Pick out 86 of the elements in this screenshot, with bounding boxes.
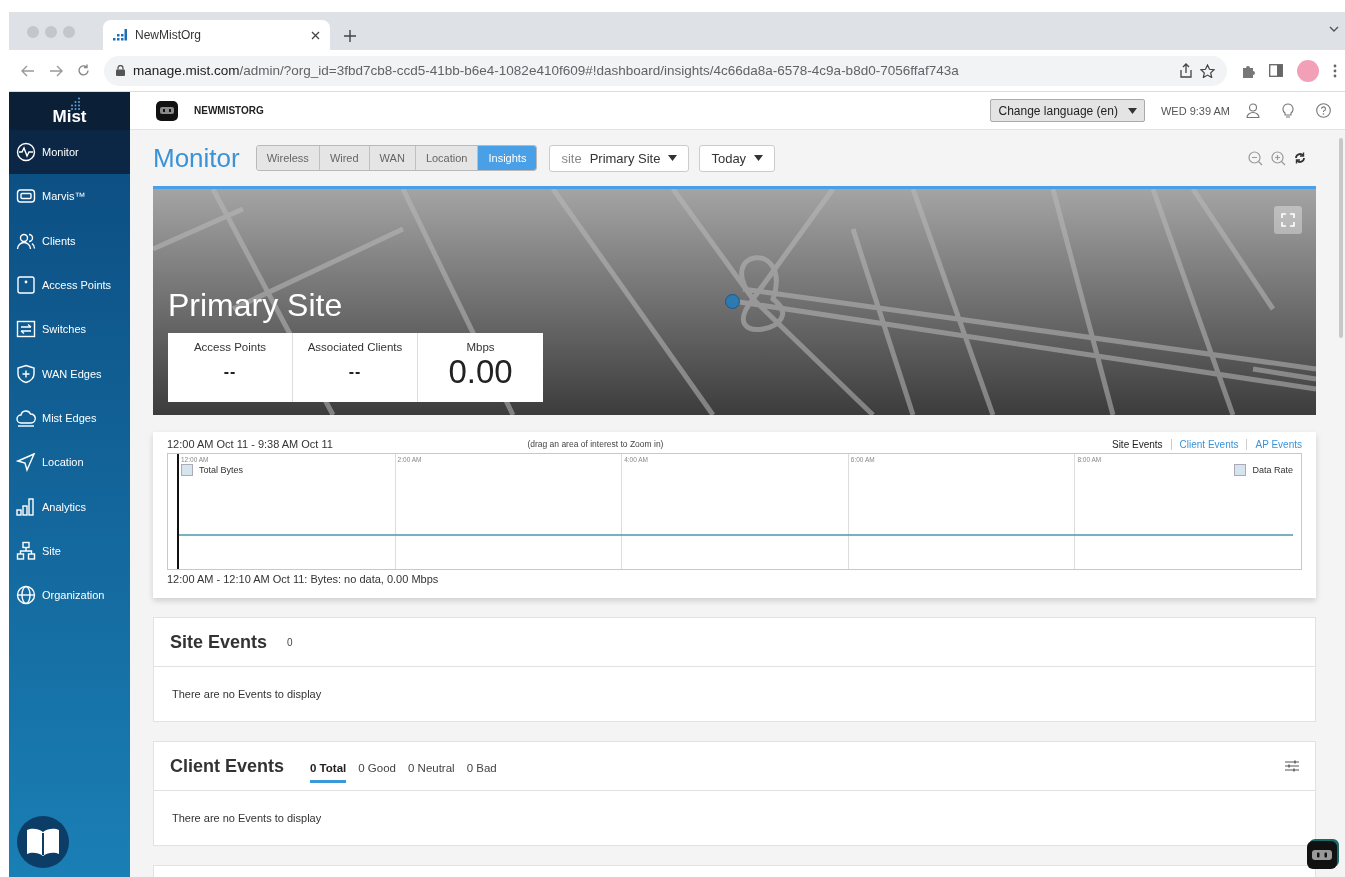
help-icon[interactable]	[1316, 103, 1331, 118]
kebab-menu-icon[interactable]	[1333, 63, 1337, 78]
sidebar-item[interactable]: Switches	[9, 307, 130, 352]
stat-label: Mbps	[466, 341, 495, 353]
language-dropdown[interactable]: Change language (en)	[990, 99, 1145, 122]
sliders-icon[interactable]	[1285, 760, 1299, 772]
navigation-icon	[16, 452, 36, 473]
org-name: NEWMISTORG	[194, 105, 265, 116]
side-panel-icon[interactable]	[1269, 64, 1283, 77]
sidebar-item[interactable]: Monitor	[9, 130, 130, 175]
shield-plus-icon	[16, 363, 36, 384]
sidebar-item[interactable]: WAN Edges	[9, 351, 130, 396]
book-icon[interactable]	[17, 816, 69, 868]
site-name: Primary Site	[168, 287, 343, 324]
bars-logo-icon	[113, 29, 127, 41]
stat-label: Access Points	[193, 341, 267, 353]
caret-icon	[1127, 107, 1137, 114]
star-icon[interactable]	[1200, 63, 1215, 78]
caret-icon	[754, 155, 764, 161]
empty-message: There are no Events to display	[172, 688, 322, 700]
zoom-in-icon[interactable]	[1271, 150, 1286, 166]
event-count: 0	[287, 636, 293, 648]
legend-label: Total Bytes	[199, 465, 244, 475]
view-tab[interactable]: Wired	[319, 146, 370, 170]
sidebar-item[interactable]: Site	[9, 528, 130, 573]
lock-icon	[116, 65, 125, 76]
view-tab[interactable]: Location	[415, 146, 479, 170]
filter-tab[interactable]: 0 Neutral	[408, 756, 455, 783]
section-title: Client Events	[170, 755, 285, 777]
caret-icon	[668, 155, 678, 161]
stat-value: --	[223, 363, 237, 381]
stat-value: 0.00	[448, 353, 513, 391]
chatbot-icon[interactable]	[1307, 841, 1337, 869]
stat-label: Associated Clients	[307, 341, 403, 353]
filter-tab[interactable]: 0 Good	[358, 756, 396, 783]
events-link[interactable]: Site Events	[1103, 438, 1171, 450]
globe-icon	[16, 585, 36, 606]
new-tab-icon[interactable]	[344, 30, 356, 42]
chevron-down-icon[interactable]	[1329, 26, 1339, 32]
site-dropdown[interactable]: site Primary Site	[549, 144, 690, 172]
events-link[interactable]: Client Events	[1170, 438, 1247, 450]
hierarchy-icon	[16, 540, 36, 561]
sidebar-item[interactable]: Location	[9, 440, 130, 485]
sidebar-item[interactable]: Marvis™	[9, 174, 130, 219]
logo-text: Mist	[52, 107, 87, 127]
section-title: Site Events	[170, 631, 268, 653]
zoom-hint: (drag an area of interest to Zoom in)	[527, 439, 665, 449]
page-title: Monitor	[153, 142, 240, 174]
lightbulb-icon[interactable]	[1282, 102, 1294, 119]
filter-tab[interactable]: 0 Bad	[466, 756, 497, 783]
date-time: WED 9:39 AM	[1160, 104, 1230, 117]
refresh-icon[interactable]	[1294, 152, 1306, 164]
bar-chart-icon	[16, 496, 36, 517]
pulse-icon	[16, 142, 36, 163]
forward-icon[interactable]	[49, 64, 63, 77]
share-icon[interactable]	[1180, 63, 1192, 78]
close-icon[interactable]	[311, 30, 320, 40]
view-tab[interactable]: WAN	[369, 146, 416, 170]
puzzle-icon[interactable]	[1241, 63, 1255, 78]
legend-swatch[interactable]	[181, 464, 193, 476]
sidebar-item[interactable]: Organization	[9, 572, 130, 618]
time-range: 12:00 AM Oct 11 - 9:38 AM Oct 11	[167, 438, 334, 450]
sidebar-item[interactable]: Access Points	[9, 262, 130, 308]
tab-title: NewMistOrg	[135, 28, 202, 42]
cloud-icon	[16, 407, 36, 428]
scrollbar-thumb[interactable]	[1339, 138, 1343, 338]
chart-status: 12:00 AM - 12:10 AM Oct 11: Bytes: no data, 0.00 Mbps	[167, 573, 440, 585]
arrows-box-icon	[16, 319, 36, 340]
stat-value: --	[348, 363, 362, 381]
reload-icon[interactable]	[77, 64, 90, 77]
filter-tab[interactable]: 0 Total	[310, 756, 347, 783]
legend-swatch[interactable]	[1234, 464, 1247, 476]
view-tab[interactable]: Wireless	[256, 146, 320, 170]
sidebar-item[interactable]: Analytics	[9, 484, 130, 529]
browser-tab[interactable]: NewMistOrg	[103, 20, 330, 50]
sidebar-item[interactable]: Clients	[9, 218, 130, 263]
empty-message: There are no Events to display	[172, 812, 322, 824]
user-icon[interactable]	[1246, 103, 1260, 118]
sidebar-item[interactable]: Mist Edges	[9, 395, 130, 441]
robot-logo-icon	[156, 100, 178, 121]
zoom-out-icon[interactable]	[1248, 150, 1263, 166]
legend-label: Data Rate	[1252, 465, 1293, 475]
period-dropdown[interactable]: Today	[699, 144, 776, 172]
dot-grid-icon	[71, 97, 81, 111]
events-link[interactable]: AP Events	[1246, 438, 1302, 450]
back-icon[interactable]	[21, 64, 35, 77]
